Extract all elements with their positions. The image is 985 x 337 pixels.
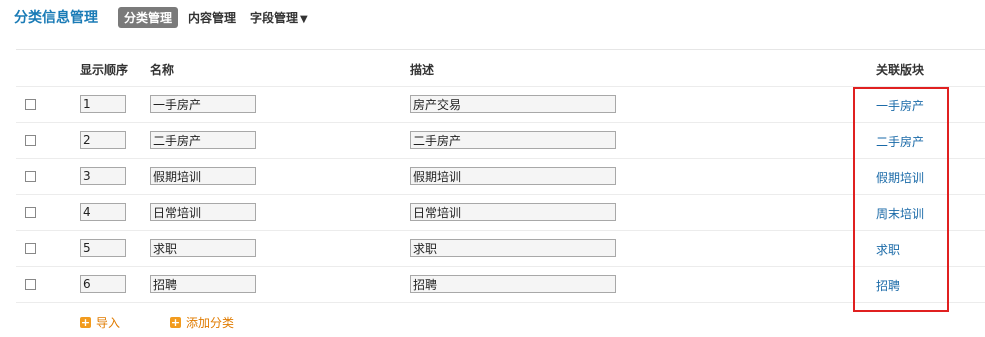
name-input[interactable] xyxy=(150,203,256,221)
order-input[interactable] xyxy=(80,275,126,293)
description-input[interactable] xyxy=(410,167,616,185)
add-category-button[interactable]: + 添加分类 xyxy=(170,314,234,331)
column-header-linked-section: 关联版块 xyxy=(876,63,925,77)
row-checkbox[interactable] xyxy=(25,207,36,218)
row-checkbox[interactable] xyxy=(25,135,36,146)
add-category-label: 添加分类 xyxy=(186,316,235,330)
column-header-description: 描述 xyxy=(410,63,435,77)
name-input[interactable] xyxy=(150,275,256,293)
row-checkbox[interactable] xyxy=(25,171,36,182)
column-header-name: 名称 xyxy=(150,63,175,77)
name-input[interactable] xyxy=(150,239,256,257)
order-input[interactable] xyxy=(80,203,126,221)
order-input[interactable] xyxy=(80,167,126,185)
import-button[interactable]: + 导入 xyxy=(80,314,120,331)
name-input[interactable] xyxy=(150,95,256,113)
plus-icon: + xyxy=(80,316,91,329)
header: 分类信息管理 分类管理 内容管理 字段管理 ▼ xyxy=(14,6,322,28)
description-input[interactable] xyxy=(410,239,616,257)
import-label: 导入 xyxy=(96,316,121,330)
plus-icon: + xyxy=(170,316,181,329)
order-input[interactable] xyxy=(80,131,126,149)
row-checkbox[interactable] xyxy=(25,279,36,290)
name-input[interactable] xyxy=(150,167,256,185)
table-row: 一手房产 xyxy=(16,86,985,123)
row-checkbox[interactable] xyxy=(25,243,36,254)
table-row: 招聘 xyxy=(16,266,985,303)
table-row: 二手房产 xyxy=(16,122,985,159)
description-input[interactable] xyxy=(410,275,616,293)
table-row: 假期培训 xyxy=(16,158,985,195)
table-row: 周末培训 xyxy=(16,194,985,231)
page-title: 分类信息管理 xyxy=(14,10,98,26)
table-bottom-divider xyxy=(16,302,985,303)
row-checkbox[interactable] xyxy=(25,99,36,110)
tab-content-management[interactable]: 内容管理 xyxy=(188,9,236,26)
tab-field-management[interactable]: 字段管理 ▼ xyxy=(250,9,308,26)
order-input[interactable] xyxy=(80,239,126,257)
order-input[interactable] xyxy=(80,95,126,113)
highlight-annotation-box xyxy=(853,87,949,312)
table-top-divider xyxy=(16,49,985,50)
caret-down-icon: ▼ xyxy=(300,13,308,25)
description-input[interactable] xyxy=(410,95,616,113)
tab-category-management[interactable]: 分类管理 xyxy=(118,6,179,28)
table-row: 求职 xyxy=(16,230,985,267)
description-input[interactable] xyxy=(410,131,616,149)
name-input[interactable] xyxy=(150,131,256,149)
description-input[interactable] xyxy=(410,203,616,221)
tab-field-management-label: 字段管理 xyxy=(250,10,299,25)
column-header-order: 显示顺序 xyxy=(80,63,129,77)
